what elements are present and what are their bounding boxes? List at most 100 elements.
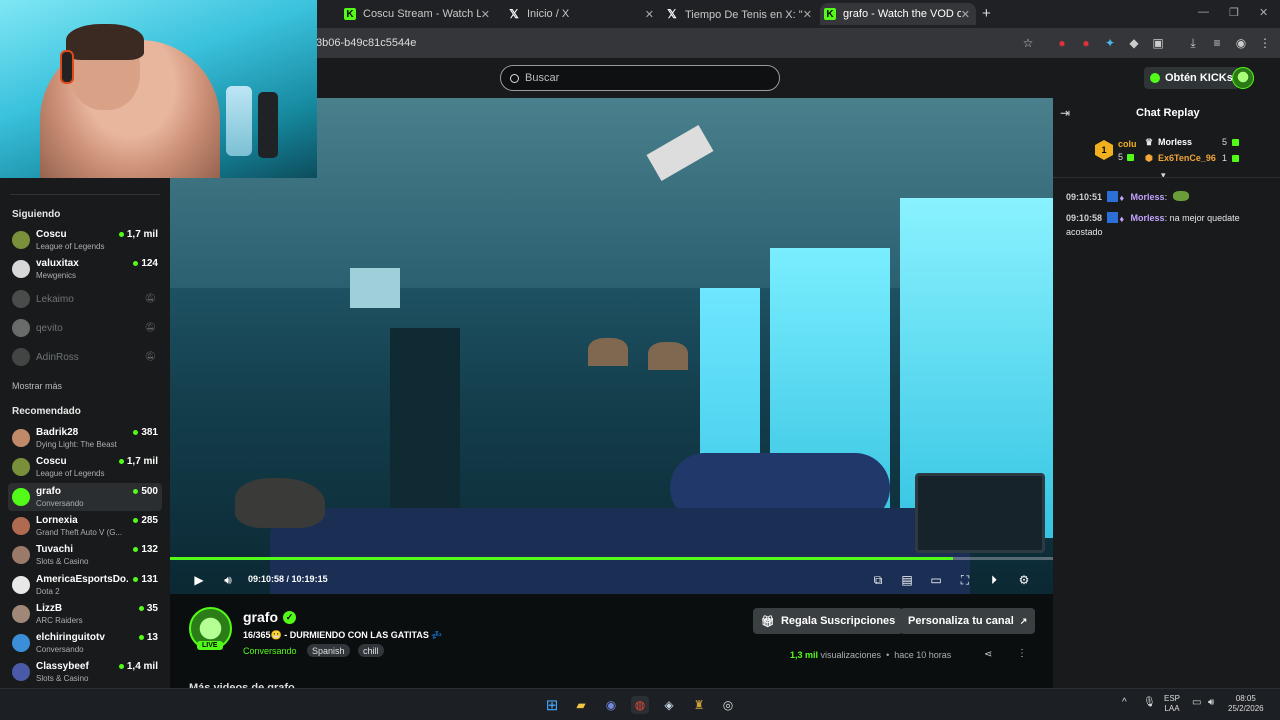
sidebar-channel[interactable]: Coscu League of Legends 1,7 mil: [8, 226, 162, 254]
badge-icon: ⬢: [1145, 153, 1153, 163]
channel-name: elchiringuitotv: [36, 632, 105, 644]
share-icon[interactable]: ⋖: [984, 649, 992, 660]
browser-menu-icon[interactable]: ⋮: [1258, 36, 1272, 50]
new-tab-icon[interactable]: +: [982, 5, 991, 22]
video-scene-pendant: [648, 342, 688, 370]
windows-start-icon[interactable]: ⊞: [543, 696, 561, 714]
notifications-off-icon[interactable]: 🔕︎: [145, 322, 156, 333]
volume-icon[interactable]: 🔊︎: [220, 572, 236, 588]
microphone-icon[interactable]: 🎙︎: [1143, 698, 1156, 708]
miniplayer-icon[interactable]: ⧉: [870, 572, 886, 588]
reading-list-icon[interactable]: ≡: [1210, 36, 1224, 50]
live-dot-icon: [138, 605, 144, 611]
pinned-list-icon[interactable]: ▾: [1161, 170, 1166, 181]
sidebar-channel[interactable]: AmericaEsportsDo... Dota 2 131: [8, 571, 162, 599]
fullscreen-icon[interactable]: ⛶: [957, 572, 973, 588]
language-indicator[interactable]: ESP LAA: [1164, 694, 1180, 714]
browser-tab-active[interactable]: K grafo - Watch the VOD on Kick ✕: [820, 3, 976, 25]
channel-name: AdinRoss: [36, 352, 79, 364]
search-input[interactable]: Buscar: [500, 65, 780, 91]
channel-name: Coscu: [36, 229, 67, 240]
channel-name: Classybeef: [36, 661, 89, 673]
file-explorer-icon[interactable]: ▰: [572, 696, 590, 714]
chat-title: Chat Replay: [1136, 107, 1200, 119]
chat-panel: [1053, 98, 1280, 688]
sidebar-channel[interactable]: Classybeef Slots & Casino 1,4 mil: [8, 658, 162, 686]
volume-icon[interactable]: 🔊︎: [1208, 698, 1214, 708]
extension-icon[interactable]: ◆: [1127, 36, 1141, 50]
sidebar-channel[interactable]: grafo Conversando 500: [8, 482, 162, 511]
extension-icon[interactable]: ●: [1079, 36, 1093, 50]
sidebar-channel[interactable]: valuxitax Mewgenics 124: [8, 255, 162, 283]
close-icon[interactable]: ✕: [961, 8, 970, 21]
chrome-icon[interactable]: ◍: [631, 696, 649, 714]
viewer-count: 132: [133, 544, 158, 555]
play-icon[interactable]: ▶: [191, 572, 207, 588]
customize-channel-button[interactable]: Personaliza tu canal ↗: [900, 608, 1036, 634]
url-text[interactable]: 3b06-b49c81c5544e: [316, 37, 416, 49]
profile-icon[interactable]: ◉: [1234, 36, 1248, 50]
avatar: [12, 487, 30, 506]
sidebar-channel[interactable]: Tuvachi Slots & Casino 132: [8, 541, 162, 569]
user-avatar[interactable]: [1232, 67, 1254, 89]
notifications-off-icon[interactable]: 🔕︎: [145, 293, 156, 304]
sidebar-channel-offline[interactable]: Lekaimo 🔕︎: [8, 285, 162, 313]
extension-icon[interactable]: ✦: [1103, 36, 1117, 50]
bookmark-star-icon[interactable]: ☆: [1021, 36, 1035, 50]
close-icon[interactable]: ✕: [481, 8, 490, 21]
verified-icon: ✓: [283, 611, 296, 624]
playback-speed-icon[interactable]: ⏵: [986, 572, 1002, 588]
clock[interactable]: 08:05 25/2/2026: [1228, 694, 1264, 714]
video-stats: 1,3 mil visualizaciones • hace 10 horas: [790, 650, 952, 660]
discord-icon[interactable]: ◉: [602, 696, 620, 714]
stream-title: 16/365😬 - DURMIENDO CON LAS GATITAS 💤: [243, 630, 443, 640]
game-icon[interactable]: ♜: [690, 696, 708, 714]
channel-category: Grand Theft Auto V (G...: [36, 527, 123, 537]
gift-icon: [1232, 139, 1239, 146]
browser-tab[interactable]: K Coscu Stream - Watch Live on K ✕: [340, 3, 496, 25]
clip-icon[interactable]: ▤: [899, 572, 915, 588]
sidebar-channel-offline[interactable]: qevito 🔕︎: [8, 314, 162, 342]
settings-gear-icon[interactable]: ⚙: [1016, 572, 1032, 588]
sidebar-channel[interactable]: elchiringuitotv Conversando 13: [8, 629, 162, 657]
download-icon[interactable]: ⤓: [1186, 36, 1200, 50]
steam-icon[interactable]: ◈: [660, 696, 678, 714]
close-icon[interactable]: ✕: [803, 8, 812, 21]
channel-name[interactable]: grafo: [243, 609, 278, 625]
close-icon[interactable]: ✕: [645, 8, 654, 21]
gift-icon: [1232, 155, 1239, 162]
vip-badge-icon: ♦: [1119, 214, 1125, 224]
chat-message: 09:10:51 ♦ Morless:: [1066, 190, 1266, 204]
channel-name: Lekaimo: [36, 293, 74, 305]
browser-tab[interactable]: 𝕏 Tiempo De Tenis en X: "😱 EL E ✕: [662, 3, 818, 25]
channel-name: qevito: [36, 322, 63, 334]
theater-mode-icon[interactable]: ▭: [928, 572, 944, 588]
extension-icon[interactable]: ●: [1055, 36, 1069, 50]
tag-chip[interactable]: Spanish: [307, 644, 350, 657]
sidebar-channel[interactable]: Coscu League of Legends 1,7 mil: [8, 453, 162, 481]
gift-subs-button[interactable]: 🎁︎ Regala Suscripciones: [753, 608, 904, 634]
viewer-count: 13: [138, 632, 158, 643]
get-kicks-button[interactable]: Obtén KICKs: [1144, 67, 1239, 89]
vip-badge-icon: ♦: [1119, 193, 1125, 203]
category-link[interactable]: Conversando: [243, 646, 297, 656]
more-options-icon[interactable]: ⋮: [1017, 648, 1027, 659]
show-more-link[interactable]: Mostrar más: [12, 381, 62, 391]
sidebar-channel[interactable]: Lornexia Grand Theft Auto V (G... 285: [8, 512, 162, 540]
browser-tab[interactable]: 𝕏 Inicio / X ✕: [504, 3, 660, 25]
sidebar-channel-offline[interactable]: AdinRoss 🔕︎: [8, 343, 162, 371]
tag-chip[interactable]: chill: [358, 644, 384, 657]
live-dot-icon: [133, 430, 139, 435]
window-close-icon[interactable]: ✕: [1259, 6, 1268, 19]
sidebar-channel[interactable]: Badrik28 Dying Light: The Beast 381: [8, 424, 162, 452]
video-progress-bar[interactable]: [170, 557, 1053, 560]
minimize-icon[interactable]: —: [1198, 6, 1209, 18]
notifications-off-icon[interactable]: 🔕︎: [145, 351, 156, 362]
collapse-chat-icon[interactable]: ⇥: [1060, 106, 1070, 120]
tray-chevron-icon[interactable]: ^: [1122, 698, 1127, 708]
network-icon[interactable]: ▭: [1192, 698, 1201, 708]
extensions-puzzle-icon[interactable]: ▣: [1151, 36, 1165, 50]
restore-icon[interactable]: ❐: [1229, 6, 1239, 19]
sidebar-channel[interactable]: LizzB ARC Raiders 35: [8, 600, 162, 628]
app-icon[interactable]: ◎: [719, 696, 737, 714]
